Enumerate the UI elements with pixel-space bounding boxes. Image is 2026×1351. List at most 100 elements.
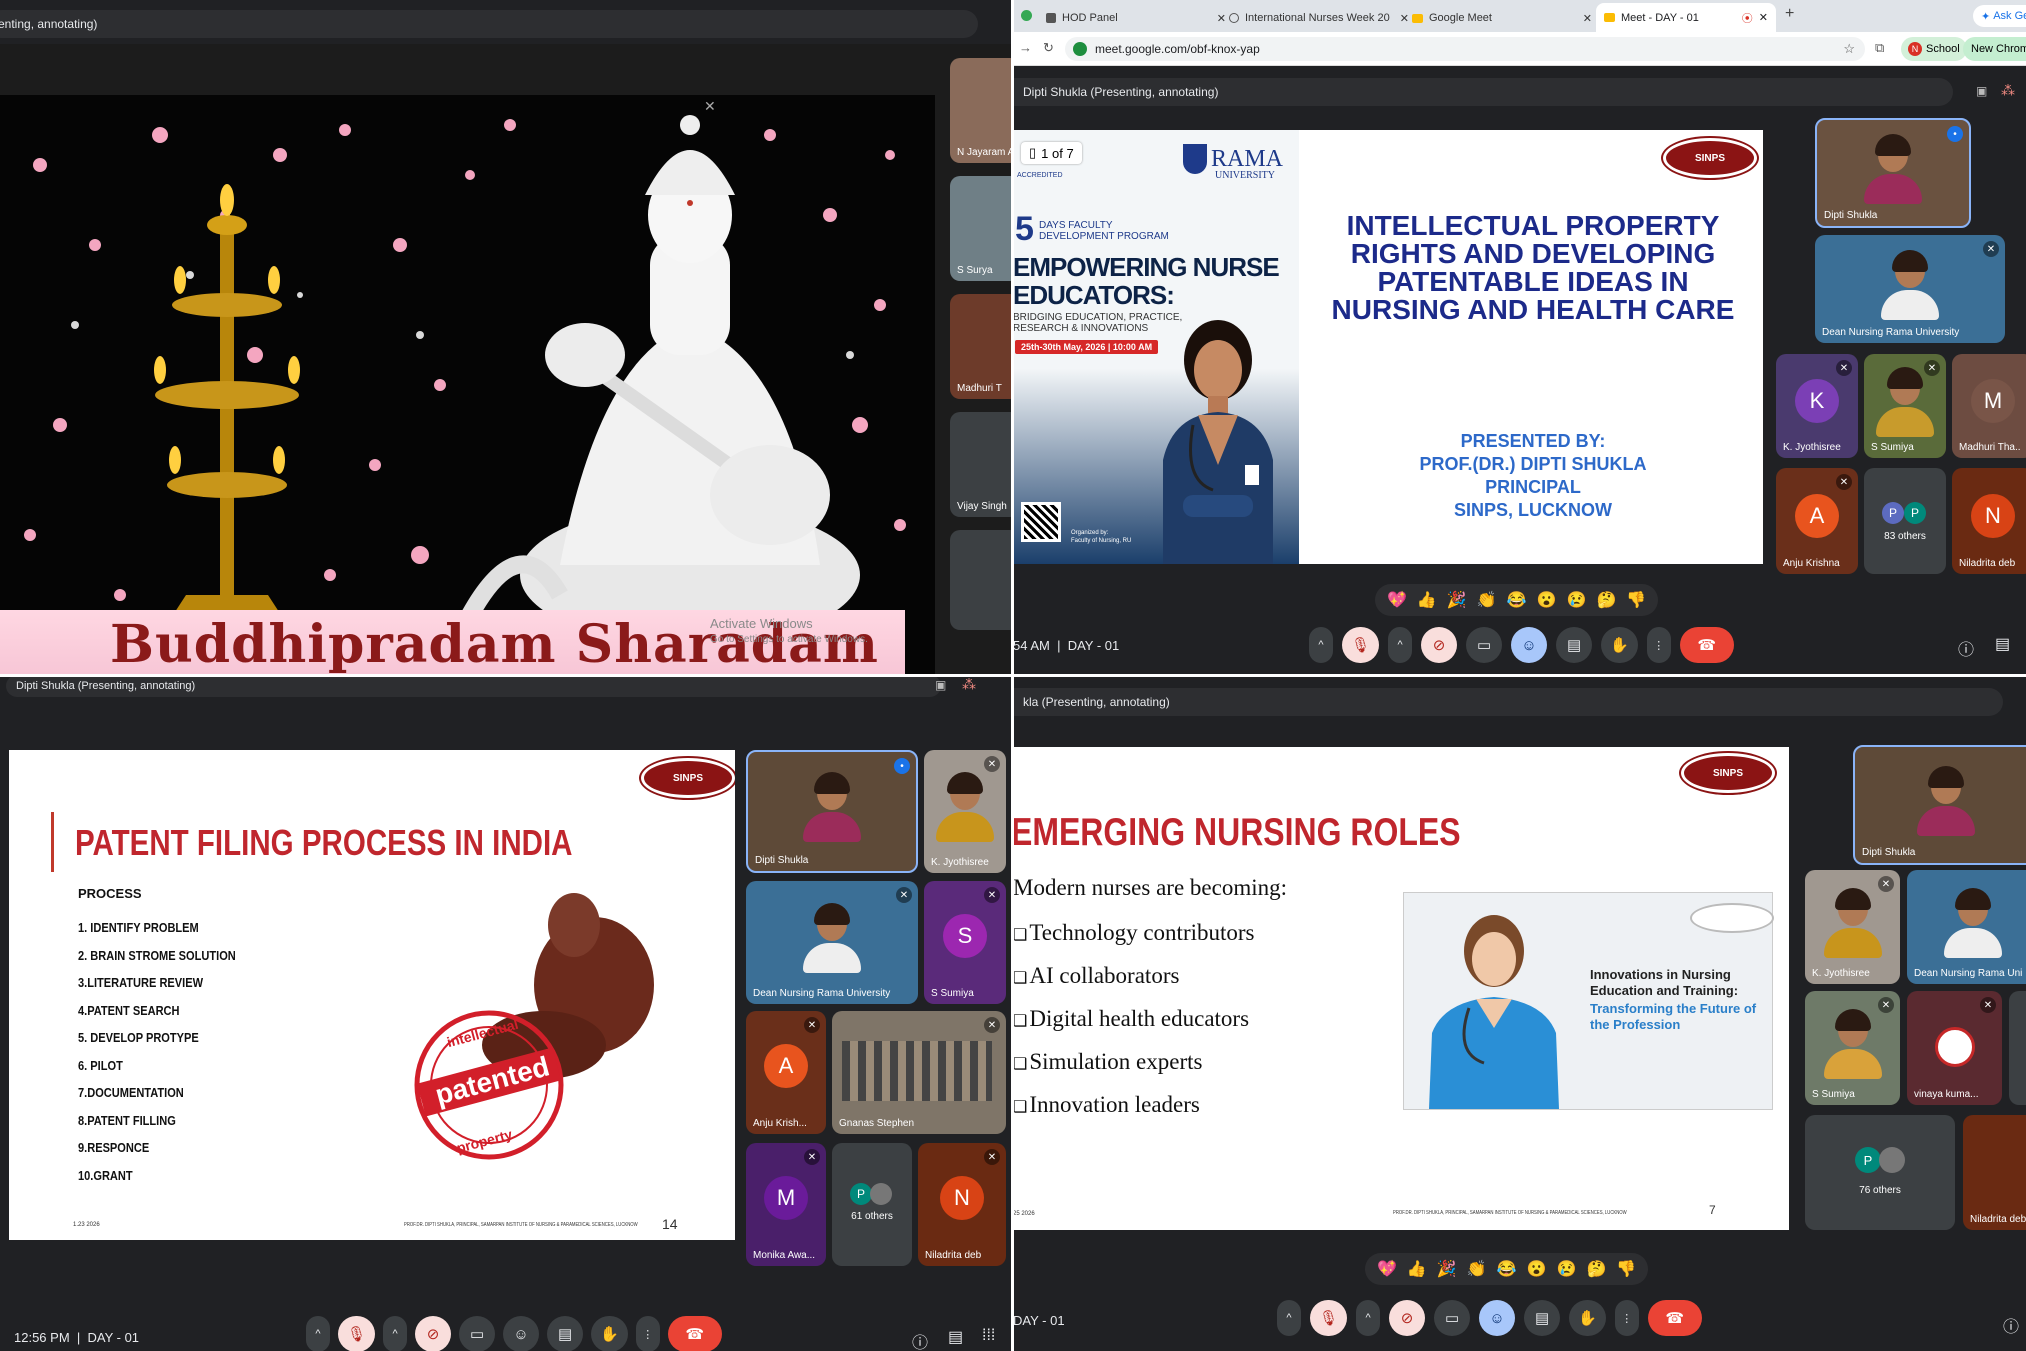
present-button[interactable]: ▭ <box>1466 627 1503 663</box>
participant-tile[interactable]: N ✕ Niladrita deb <box>918 1143 1006 1266</box>
close-icon[interactable]: ✕ <box>1583 12 1592 25</box>
activities-icon[interactable]: ⁞⁞⁞ <box>982 1327 995 1345</box>
participant-tile[interactable]: N Jayaram A <box>950 58 1013 163</box>
back-icon[interactable]: → <box>1019 40 1032 55</box>
sad-reaction[interactable]: 😢 <box>1567 590 1587 610</box>
bookmark-star-icon[interactable]: ☆ <box>1843 41 1855 57</box>
thumbs-down-reaction[interactable]: 👎 <box>1616 1259 1636 1279</box>
close-icon[interactable]: ✕ <box>1759 11 1768 24</box>
more-options-icon[interactable]: ⋮ <box>635 1316 660 1351</box>
heart-reaction[interactable]: 💖 <box>1387 590 1407 610</box>
camera-off-button[interactable]: ⊘ <box>415 1316 452 1351</box>
video-options-icon[interactable]: ^ <box>383 1316 408 1351</box>
participant-tile[interactable]: A ✕ Anju Krishna <box>1776 468 1858 574</box>
laugh-reaction[interactable]: 😂 <box>1507 590 1527 610</box>
laugh-reaction[interactable]: 😂 <box>1497 1259 1517 1279</box>
profile-button[interactable]: N School <box>1901 37 1967 61</box>
participant-tile[interactable]: ✕ Dean Nursing Rama University <box>1815 235 2005 343</box>
new-tab-icon[interactable]: + <box>1785 5 1794 23</box>
info-icon[interactable]: ⓘ <box>1958 636 1974 660</box>
audio-options-icon[interactable]: ^ <box>1309 627 1333 663</box>
thinking-reaction[interactable]: 🤔 <box>1586 1259 1606 1279</box>
video-options-icon[interactable]: ^ <box>1388 627 1413 663</box>
participant-tile[interactable] <box>2009 991 2026 1105</box>
address-bar[interactable]: meet.google.com/obf-knox-yap ☆ <box>1065 37 1865 61</box>
page-indicator[interactable]: ▯ 1 of 7 <box>1021 142 1082 164</box>
apps-icon[interactable]: ⁂ <box>962 676 976 693</box>
camera-off-button[interactable]: ⊘ <box>1389 1300 1426 1336</box>
participant-tile[interactable]: ✕ S Sumiya <box>1864 354 1946 458</box>
chat-icon[interactable]: ▤ <box>948 1327 963 1347</box>
participant-tile[interactable]: Dean Nursing Rama Uni <box>1907 870 2026 984</box>
emoji-button[interactable]: ☺ <box>503 1316 540 1351</box>
audio-options-icon[interactable]: ^ <box>306 1316 330 1351</box>
participant-tile[interactable]: M ✕ Monika Awa... <box>746 1143 826 1266</box>
info-icon[interactable]: ⓘ <box>2003 1313 2019 1337</box>
participant-tile[interactable]: Vijay Singh <box>950 412 1013 517</box>
participant-tile[interactable]: Madhuri T <box>950 294 1013 399</box>
participant-tile[interactable]: ✕ S Sumiya <box>1805 991 1900 1105</box>
participant-tile[interactable]: ✕ Gnanas Stephen <box>832 1011 1006 1134</box>
raise-hand-button[interactable]: ✋ <box>591 1316 628 1351</box>
participant-tile[interactable]: M Madhuri Tha.. <box>1952 354 2026 458</box>
participant-tile[interactable]: N Niladrita deb <box>1952 468 2026 574</box>
clap-reaction[interactable]: 👏 <box>1477 590 1497 610</box>
participant-tile[interactable]: K ✕ K. Jyothisree <box>1776 354 1858 458</box>
apps-icon[interactable]: ⁂ <box>2001 82 2015 99</box>
sad-reaction[interactable]: 😢 <box>1557 1259 1577 1279</box>
thinking-reaction[interactable]: 🤔 <box>1596 590 1616 610</box>
thumbs-down-reaction[interactable]: 👎 <box>1626 590 1646 610</box>
mic-off-button[interactable]: 🎙 <box>338 1316 376 1351</box>
tab-google-meet[interactable]: Google Meet ✕ <box>1412 4 1592 32</box>
chat-icon[interactable]: ▤ <box>1995 634 2010 654</box>
close-icon[interactable]: ✕ <box>1400 12 1409 25</box>
window-control-icon[interactable] <box>1021 10 1032 21</box>
emoji-button[interactable]: ☺ <box>1511 627 1548 663</box>
participant-tile[interactable]: ✕ K. Jyothisree <box>924 750 1006 873</box>
participant-tile[interactable]: S ✕ S Sumiya <box>924 881 1006 1004</box>
party-reaction[interactable]: 🎉 <box>1447 590 1467 610</box>
participant-tile[interactable]: ✕ vinaya kuma... <box>1907 991 2002 1105</box>
more-options-icon[interactable]: ⋮ <box>1614 1300 1639 1336</box>
participant-tile[interactable] <box>950 530 1013 630</box>
leave-call-button[interactable]: ☎ <box>1647 1300 1702 1336</box>
thumbs-up-reaction[interactable]: 👍 <box>1417 590 1437 610</box>
surprised-reaction[interactable]: 😮 <box>1527 1259 1547 1279</box>
participant-tile[interactable]: ✕ K. Jyothisree <box>1805 870 1900 984</box>
cast-icon[interactable]: ⧉ <box>1875 40 1884 56</box>
close-icon[interactable]: ✕ <box>704 98 716 115</box>
leave-call-button[interactable]: ☎ <box>1679 627 1734 663</box>
participant-tile[interactable]: Dipti Shukla <box>1853 745 2026 865</box>
participant-tile[interactable]: S Surya <box>950 176 1013 281</box>
captions-button[interactable]: ▤ <box>1556 627 1593 663</box>
camera-off-icon[interactable]: ▣ <box>935 678 946 692</box>
others-tile[interactable]: P 61 others <box>832 1143 912 1266</box>
heart-reaction[interactable]: 💖 <box>1377 1259 1397 1279</box>
more-options-icon[interactable]: ⋮ <box>1646 627 1671 663</box>
present-button[interactable]: ▭ <box>1434 1300 1471 1336</box>
close-icon[interactable]: ✕ <box>1217 12 1226 25</box>
participant-tile[interactable]: A ✕ Anju Krish... <box>746 1011 826 1134</box>
others-tile[interactable]: P 76 others <box>1805 1115 1955 1230</box>
others-tile[interactable]: P P 83 others <box>1864 468 1946 574</box>
participant-tile[interactable]: ✕ Dean Nursing Rama University <box>746 881 918 1004</box>
participant-tile[interactable]: • Dipti Shukla <box>746 750 918 873</box>
surprised-reaction[interactable]: 😮 <box>1537 590 1557 610</box>
captions-button[interactable]: ▤ <box>1524 1300 1561 1336</box>
site-info-icon[interactable] <box>1073 42 1087 56</box>
clap-reaction[interactable]: 👏 <box>1467 1259 1487 1279</box>
raise-hand-button[interactable]: ✋ <box>1569 1300 1606 1336</box>
emoji-button[interactable]: ☺ <box>1479 1300 1516 1336</box>
tab-nurses-week[interactable]: International Nurses Week 20 ✕ <box>1229 4 1409 32</box>
ask-gemini-button[interactable]: ✦ Ask Ge <box>1973 5 2026 27</box>
party-reaction[interactable]: 🎉 <box>1437 1259 1457 1279</box>
audio-options-icon[interactable]: ^ <box>1277 1300 1301 1336</box>
reload-icon[interactable]: ↻ <box>1043 40 1054 56</box>
video-options-icon[interactable]: ^ <box>1356 1300 1381 1336</box>
tab-meet-day01[interactable]: Meet - DAY - 01 ⦿ ✕ <box>1596 3 1776 32</box>
tab-hod-panel[interactable]: HOD Panel ✕ <box>1046 4 1226 32</box>
raise-hand-button[interactable]: ✋ <box>1601 627 1638 663</box>
info-icon[interactable]: ⓘ <box>912 1329 928 1351</box>
present-button[interactable]: ▭ <box>459 1316 496 1351</box>
camera-off-icon[interactable]: ▣ <box>1976 84 1987 98</box>
